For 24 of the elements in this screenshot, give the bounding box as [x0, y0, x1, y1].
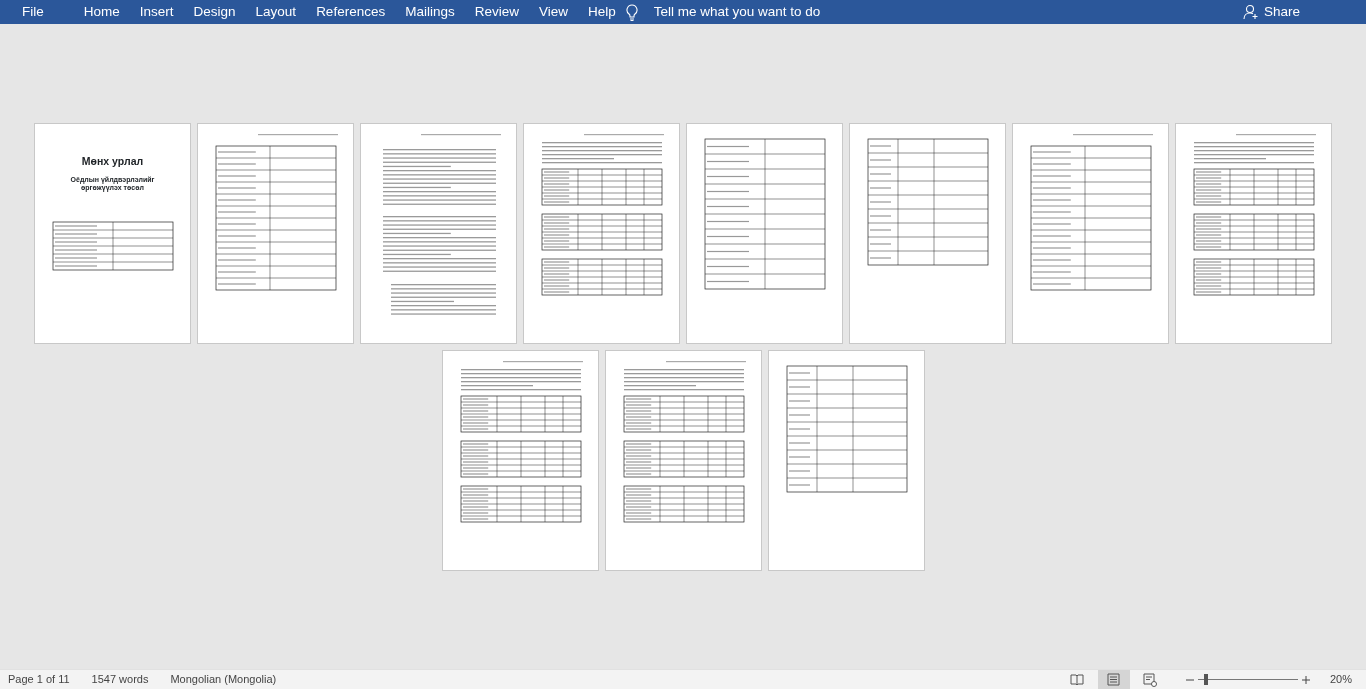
person-add-icon [1242, 4, 1259, 20]
zoom-level: 20% [1329, 672, 1352, 688]
menu-tab[interactable]: Help [578, 0, 626, 24]
menu-tab[interactable]: Layout [245, 0, 307, 24]
menu-tab[interactable]: Insert [129, 0, 184, 24]
book-icon [1070, 672, 1086, 687]
search-field[interactable]: Tell me what you want to do [651, 0, 852, 24]
share-button[interactable]: Share [1236, 0, 1306, 24]
menu-tab[interactable]: References [306, 0, 396, 24]
menu-tab[interactable]: View [528, 0, 578, 24]
page-indicator: Page 1 of 11 [8, 672, 70, 688]
menu-tab[interactable]: Mailings [395, 0, 465, 24]
menu-tab[interactable]: File [12, 0, 54, 24]
view-button[interactable] [1097, 669, 1130, 689]
lightbulb-icon [625, 3, 638, 21]
menu-tab[interactable]: Review [464, 0, 529, 24]
plus-icon [1301, 676, 1310, 685]
language-indicator: Mongolian (Mongolia) [170, 672, 277, 688]
zoom-thumb[interactable] [1203, 674, 1208, 685]
document-title: Мөнх урлал [80, 154, 145, 169]
menu-tab[interactable]: Design [183, 0, 246, 24]
page-icon [1106, 672, 1122, 687]
menu-tab[interactable]: Home [73, 0, 130, 24]
word-count: 1547 words [91, 672, 149, 688]
